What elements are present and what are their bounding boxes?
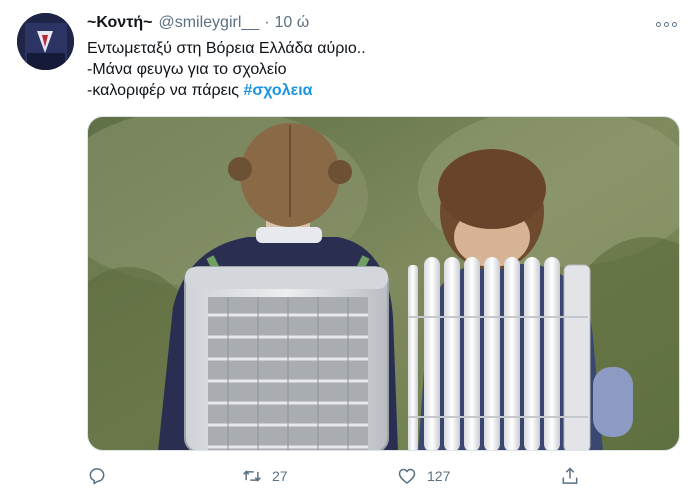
tweet-media[interactable]	[87, 116, 680, 451]
share-icon	[562, 467, 578, 484]
share-button[interactable]	[560, 462, 580, 490]
tweet-text: Εντωμεταξύ στη Βόρεια Ελλάδα αύριο.. -Μά…	[87, 38, 667, 101]
tweet[interactable]: ~Κοντή~ @smileygirl__ · 10 ώ Εντωμεταξύ …	[0, 0, 694, 500]
like-count: 127	[427, 468, 451, 484]
tweet-text-segment: -καλοριφέρ να πάρεις	[87, 82, 244, 99]
tweet-text-line: Εντωμεταξύ στη Βόρεια Ελλάδα αύριο..	[87, 40, 366, 57]
tweet-header: ~Κοντή~ @smileygirl__ · 10 ώ	[87, 14, 309, 34]
retweet-button[interactable]: 27	[242, 462, 288, 490]
hashtag-link[interactable]: #σχολεια	[243, 82, 312, 99]
user-handle[interactable]: @smileygirl__	[158, 14, 259, 32]
retweet-icon	[243, 470, 261, 482]
more-dot	[664, 21, 669, 27]
avatar-image	[17, 13, 74, 70]
timestamp[interactable]: 10 ώ	[275, 14, 310, 32]
more-options-icon[interactable]	[656, 16, 680, 32]
retweet-count: 27	[272, 468, 288, 484]
more-dot	[656, 21, 661, 27]
reply-button[interactable]	[87, 462, 107, 490]
tweet-text-line: -Μάνα φευγω για το σχολείο	[87, 61, 287, 78]
more-dot	[672, 21, 677, 27]
heart-icon	[398, 468, 416, 484]
avatar[interactable]	[17, 13, 74, 70]
tweet-actions: 27 127	[87, 462, 587, 490]
separator-dot: ·	[264, 14, 270, 31]
reply-icon	[89, 468, 105, 485]
tweet-text-line: -καλοριφέρ να πάρεις #σχολεια	[87, 80, 667, 101]
like-button[interactable]: 127	[397, 462, 450, 490]
display-name[interactable]: ~Κοντή~	[87, 14, 152, 32]
media-photo	[88, 117, 679, 450]
